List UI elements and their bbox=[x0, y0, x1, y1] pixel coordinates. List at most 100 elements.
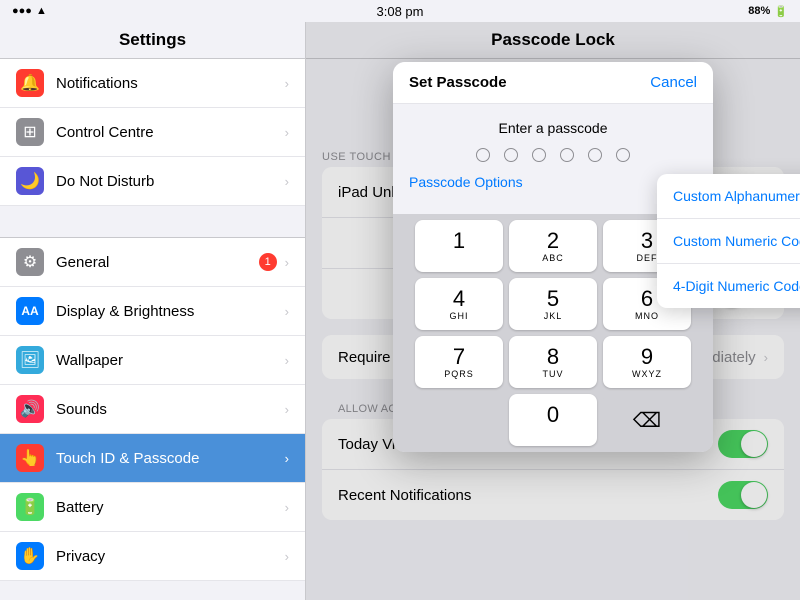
touch-id-label: Touch ID & Passcode bbox=[56, 450, 281, 467]
battery-label: Battery bbox=[56, 499, 281, 516]
key-6-letters: MNO bbox=[635, 311, 659, 321]
sidebar-section-2: ⚙ General 1 › AA Display & Brightness › … bbox=[0, 238, 305, 581]
dialog-title-bar: Set Passcode Cancel bbox=[393, 62, 713, 104]
right-panel: Passcode Lock USE TOUCH ID FOR: iPad Unl… bbox=[306, 22, 800, 600]
battery-percent: 88% bbox=[748, 5, 770, 17]
sidebar-item-do-not-disturb[interactable]: 🌙 Do Not Disturb › bbox=[0, 157, 305, 206]
status-left: ●●● ▲ bbox=[12, 5, 47, 17]
chevron-icon: › bbox=[285, 451, 289, 466]
dialog-instruction: Enter a passcode bbox=[409, 120, 697, 136]
key-0-letters bbox=[551, 427, 555, 437]
general-label: General bbox=[56, 254, 259, 271]
dialog-cancel-button[interactable]: Cancel bbox=[650, 74, 697, 91]
sidebar-divider-1 bbox=[0, 206, 305, 238]
wallpaper-label: Wallpaper bbox=[56, 352, 281, 369]
passcode-dot-6 bbox=[616, 148, 630, 162]
key-5-number: 5 bbox=[547, 287, 559, 311]
wallpaper-icon: 🖼 bbox=[16, 346, 44, 374]
display-brightness-label: Display & Brightness bbox=[56, 303, 281, 320]
sidebar-item-notifications[interactable]: 🔔 Notifications › bbox=[0, 59, 305, 108]
key-2-number: 2 bbox=[547, 229, 559, 253]
key-9[interactable]: 9 WXYZ bbox=[603, 336, 691, 388]
dropdown-item-4digit[interactable]: 4-Digit Numeric Code › bbox=[657, 264, 800, 308]
key-4-number: 4 bbox=[453, 287, 465, 311]
sidebar-divider-2 bbox=[0, 581, 305, 600]
dropdown-item-custom-numeric[interactable]: Custom Numeric Code › bbox=[657, 219, 800, 264]
key-4[interactable]: 4 GHI bbox=[415, 278, 503, 330]
notifications-label: Notifications bbox=[56, 75, 281, 92]
key-7-letters: PQRS bbox=[444, 369, 474, 379]
passcode-dot-1 bbox=[476, 148, 490, 162]
sidebar-item-privacy[interactable]: ✋ Privacy › bbox=[0, 532, 305, 581]
key-2-letters: ABC bbox=[542, 253, 564, 263]
key-0[interactable]: 0 bbox=[509, 394, 597, 446]
status-right: 88% 🔋 bbox=[748, 5, 788, 18]
passcode-dot-5 bbox=[588, 148, 602, 162]
chevron-icon: › bbox=[285, 255, 289, 270]
chevron-icon: › bbox=[285, 402, 289, 417]
sidebar-section-1: 🔔 Notifications › ⊞ Control Centre › 🌙 D… bbox=[0, 59, 305, 206]
key-5[interactable]: 5 JKL bbox=[509, 278, 597, 330]
sidebar-item-control-centre[interactable]: ⊞ Control Centre › bbox=[0, 108, 305, 157]
key-7[interactable]: 7 PQRS bbox=[415, 336, 503, 388]
key-1-number: 1 bbox=[453, 229, 465, 253]
chevron-icon: › bbox=[285, 353, 289, 368]
passcode-dots bbox=[409, 148, 697, 162]
key-empty bbox=[415, 394, 503, 446]
key-8-letters: TUV bbox=[543, 369, 564, 379]
key-5-letters: JKL bbox=[544, 311, 563, 321]
touch-id-icon: 👆 bbox=[16, 444, 44, 472]
chevron-icon: › bbox=[285, 174, 289, 189]
passcode-options-row: Passcode Options Custom Alphanumeric Cod… bbox=[409, 174, 697, 190]
dialog-title: Set Passcode bbox=[409, 74, 507, 91]
dropdown-item-custom-alpha[interactable]: Custom Alphanumeric Code › bbox=[657, 174, 800, 219]
status-time: 3:08 pm bbox=[377, 4, 424, 19]
sidebar-item-sounds[interactable]: 🔊 Sounds › bbox=[0, 385, 305, 434]
key-9-number: 9 bbox=[641, 345, 653, 369]
key-7-number: 7 bbox=[453, 345, 465, 369]
key-row-4: 0 ⌫ bbox=[399, 394, 707, 446]
key-9-letters: WXYZ bbox=[632, 369, 662, 379]
signal-icon: ●●● bbox=[12, 5, 32, 17]
sounds-icon: 🔊 bbox=[16, 395, 44, 423]
status-bar: ●●● ▲ 3:08 pm 88% 🔋 bbox=[0, 0, 800, 22]
chevron-icon: › bbox=[285, 549, 289, 564]
chevron-icon: › bbox=[285, 125, 289, 140]
key-row-3: 7 PQRS 8 TUV 9 WXYZ bbox=[399, 336, 707, 388]
wifi-icon: ▲ bbox=[36, 5, 47, 17]
do-not-disturb-label: Do Not Disturb bbox=[56, 173, 281, 190]
key-2[interactable]: 2 ABC bbox=[509, 220, 597, 272]
dialog-body: Enter a passcode Passcode Options bbox=[393, 104, 713, 214]
sidebar-item-general[interactable]: ⚙ General 1 › bbox=[0, 238, 305, 287]
key-3-letters: DEF bbox=[637, 253, 658, 263]
key-1[interactable]: 1 bbox=[415, 220, 503, 272]
key-4-letters: GHI bbox=[449, 311, 468, 321]
passcode-dot-2 bbox=[504, 148, 518, 162]
sidebar-item-touch-id[interactable]: 👆 Touch ID & Passcode › bbox=[0, 434, 305, 483]
sidebar: Settings 🔔 Notifications › ⊞ Control Cen… bbox=[0, 22, 306, 600]
privacy-label: Privacy bbox=[56, 548, 281, 565]
chevron-icon: › bbox=[285, 304, 289, 319]
do-not-disturb-icon: 🌙 bbox=[16, 167, 44, 195]
battery-icon: 🔋 bbox=[774, 5, 788, 18]
general-badge: 1 bbox=[259, 253, 277, 271]
passcode-dialog: Set Passcode Cancel Enter a passcode bbox=[393, 62, 713, 452]
sidebar-item-battery[interactable]: 🔋 Battery › bbox=[0, 483, 305, 532]
sounds-label: Sounds bbox=[56, 401, 281, 418]
passcode-options-button[interactable]: Passcode Options bbox=[409, 174, 523, 190]
key-8-number: 8 bbox=[547, 345, 559, 369]
key-8[interactable]: 8 TUV bbox=[509, 336, 597, 388]
sidebar-title: Settings bbox=[0, 22, 305, 59]
main-content: Settings 🔔 Notifications › ⊞ Control Cen… bbox=[0, 22, 800, 600]
sidebar-item-display-brightness[interactable]: AA Display & Brightness › bbox=[0, 287, 305, 336]
key-delete[interactable]: ⌫ bbox=[603, 394, 691, 446]
dialog-overlay: Set Passcode Cancel Enter a passcode bbox=[306, 22, 800, 600]
control-centre-label: Control Centre bbox=[56, 124, 281, 141]
sidebar-item-wallpaper[interactable]: 🖼 Wallpaper › bbox=[0, 336, 305, 385]
notifications-icon: 🔔 bbox=[16, 69, 44, 97]
passcode-dot-4 bbox=[560, 148, 574, 162]
display-brightness-icon: AA bbox=[16, 297, 44, 325]
passcode-dot-3 bbox=[532, 148, 546, 162]
key-1-letters bbox=[457, 253, 461, 263]
battery-icon: 🔋 bbox=[16, 493, 44, 521]
